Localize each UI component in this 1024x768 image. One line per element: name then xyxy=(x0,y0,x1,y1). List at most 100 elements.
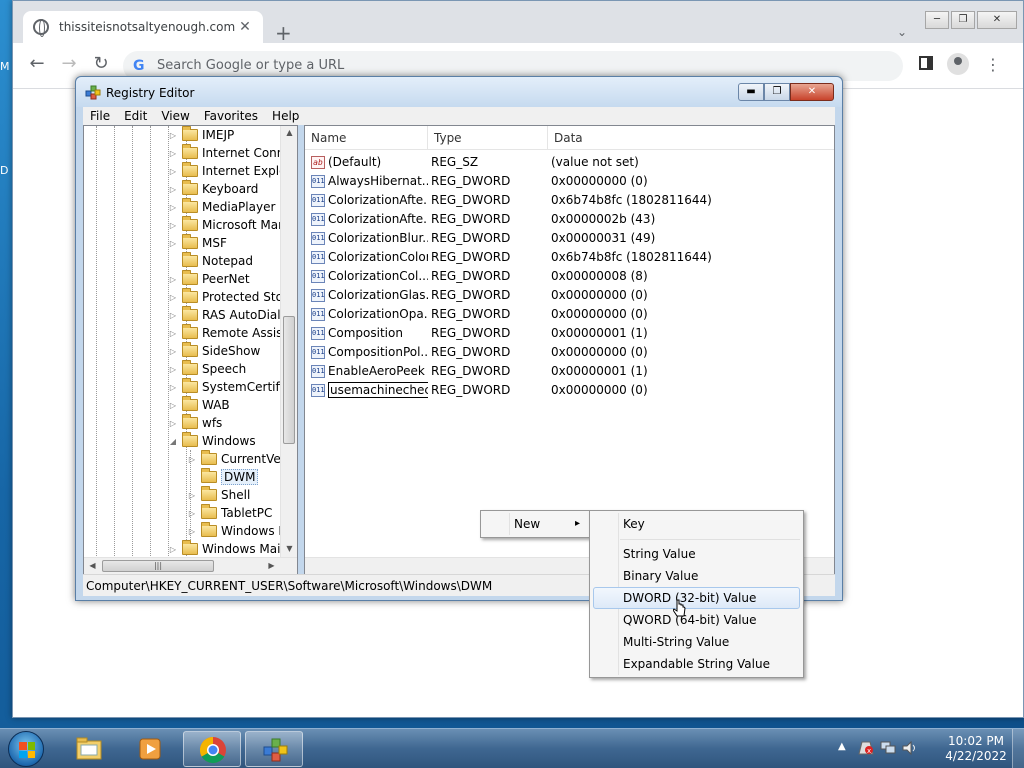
expand-toggle-icon[interactable]: ▷ xyxy=(168,365,178,374)
tree-item[interactable]: ▷ MediaPlayer xyxy=(168,198,275,216)
expand-toggle-icon[interactable]: ▷ xyxy=(168,383,178,392)
tree-item[interactable]: ▷ Keyboard xyxy=(168,180,258,198)
profile-icon[interactable] xyxy=(947,53,969,75)
scroll-right-icon[interactable]: ▶ xyxy=(263,561,280,570)
menu-favorites[interactable]: Favorites xyxy=(197,109,265,123)
expand-toggle-icon[interactable]: ▷ xyxy=(168,149,178,158)
tree-item[interactable]: ▷ Internet Conne xyxy=(168,144,292,162)
expand-toggle-icon[interactable]: ▷ xyxy=(168,167,178,176)
expand-toggle-icon[interactable]: ▷ xyxy=(168,203,178,212)
column-name[interactable]: Name xyxy=(305,126,428,150)
key-tree[interactable]: ▷ IMEJP ▷ Internet Conne ▷ Internet Explor ▷ Ke… xyxy=(83,125,298,575)
tree-item[interactable]: ▷ PeerNet xyxy=(168,270,250,288)
tree-item[interactable]: ▷ SystemCertific xyxy=(168,378,290,396)
expand-toggle-icon[interactable]: ▷ xyxy=(168,275,178,284)
scroll-left-icon[interactable]: ◀ xyxy=(84,561,101,570)
taskbar-media-player[interactable] xyxy=(121,731,179,767)
expand-toggle-icon[interactable]: ▷ xyxy=(168,545,178,554)
menu-view[interactable]: View xyxy=(154,109,196,123)
tree-item[interactable]: ▷ Microsoft Mar xyxy=(168,216,283,234)
menu-item-dword-value[interactable]: DWORD (32-bit) Value xyxy=(593,587,800,609)
expand-toggle-icon[interactable]: ▷ xyxy=(168,329,178,338)
horizontal-scrollbar[interactable]: ◀ ||| ▶ xyxy=(84,557,297,574)
expand-toggle-icon[interactable]: ▷ xyxy=(168,185,178,194)
expand-toggle-icon[interactable]: ▷ xyxy=(168,347,178,356)
start-button[interactable] xyxy=(8,731,44,767)
clock[interactable]: 10:02 PM 4/22/2022 xyxy=(944,734,1008,764)
menu-item-qword-value[interactable]: QWORD (64-bit) Value xyxy=(593,609,800,631)
restore-button[interactable]: ❐ xyxy=(951,11,975,29)
tree-item[interactable]: ◢ Windows xyxy=(168,432,256,450)
tree-item[interactable]: ▷ Windows E xyxy=(187,522,286,540)
value-row[interactable]: 011 ColorizationColor REG_DWORD 0x6b74b8fc … xyxy=(305,248,834,267)
value-row[interactable]: 011 ColorizationGlas... REG_DWORD 0x0000000… xyxy=(305,286,834,305)
tree-item[interactable]: ▷ SideShow xyxy=(168,342,260,360)
tree-item[interactable]: ▷ wfs xyxy=(168,414,222,432)
expand-toggle-icon[interactable]: ▷ xyxy=(187,527,197,536)
value-row[interactable]: ab (Default) REG_SZ (value not set) xyxy=(305,153,834,172)
menu-file[interactable]: File xyxy=(83,109,117,123)
values-list[interactable]: Name Type Data ab (Default) REG_SZ (value n… xyxy=(304,125,835,575)
menu-item-key[interactable]: Key xyxy=(593,513,800,535)
expand-toggle-icon[interactable]: ◢ xyxy=(168,437,178,446)
tree-item[interactable]: ▷ CurrentVer xyxy=(187,450,286,468)
expand-toggle-icon[interactable]: ▷ xyxy=(168,401,178,410)
new-tab-button[interactable]: + xyxy=(275,23,292,43)
reload-icon[interactable]: ↻ xyxy=(89,53,113,74)
title-bar[interactable]: Registry Editor ▬ ❐ ✕ xyxy=(76,77,842,107)
vertical-scrollbar[interactable]: ▲ ▼ xyxy=(280,126,297,558)
expand-toggle-icon[interactable]: ▷ xyxy=(168,293,178,302)
tree-item[interactable]: ▷ Windows Mail xyxy=(168,540,284,558)
value-row[interactable]: 011 Composition REG_DWORD 0x00000001 (1) xyxy=(305,324,834,343)
value-row[interactable]: 011 ColorizationAfte... REG_DWORD 0x6b74b8f… xyxy=(305,191,834,210)
volume-icon[interactable] xyxy=(902,741,918,755)
expand-toggle-icon[interactable]: ▷ xyxy=(168,131,178,140)
tree-item[interactable]: ▷ TabletPC xyxy=(187,504,272,522)
menu-item-expandable-string-value[interactable]: Expandable String Value xyxy=(593,653,800,675)
chrome-menu-icon[interactable]: ⋮ xyxy=(985,55,1001,74)
tree-item[interactable]: ▷ IMEJP xyxy=(168,126,234,144)
minimize-button[interactable]: ─ xyxy=(925,11,949,29)
menu-item-binary-value[interactable]: Binary Value xyxy=(593,565,800,587)
scroll-down-icon[interactable]: ▼ xyxy=(281,544,297,553)
show-hidden-icons-icon[interactable]: ▲ xyxy=(838,741,846,752)
side-panel-icon[interactable] xyxy=(919,56,933,70)
taskbar-regedit[interactable] xyxy=(245,731,303,767)
tree-item[interactable]: ▷ MSF xyxy=(168,234,227,252)
network-icon[interactable] xyxy=(880,741,896,755)
column-type[interactable]: Type xyxy=(428,126,548,150)
tree-item[interactable]: Notepad xyxy=(168,252,253,270)
menu-edit[interactable]: Edit xyxy=(117,109,154,123)
expand-toggle-icon[interactable]: ▷ xyxy=(168,221,178,230)
taskbar-chrome[interactable] xyxy=(183,731,241,767)
tree-item[interactable]: ▷ Shell xyxy=(187,486,250,504)
maximize-button[interactable]: ❐ xyxy=(764,83,790,101)
value-row[interactable]: 011 ColorizationAfte... REG_DWORD 0x0000002… xyxy=(305,210,834,229)
minimize-button[interactable]: ▬ xyxy=(738,83,764,101)
tree-item[interactable]: ▷ Speech xyxy=(168,360,246,378)
back-icon[interactable]: ← xyxy=(25,53,49,74)
close-button[interactable]: ✕ xyxy=(790,83,834,101)
rename-input[interactable]: usemachinecheck xyxy=(328,382,428,398)
value-row[interactable]: 011 ColorizationBlur... REG_DWORD 0x0000003… xyxy=(305,229,834,248)
tree-item[interactable]: ▷ WAB xyxy=(168,396,230,414)
tab-search-icon[interactable]: ⌄ xyxy=(897,25,907,39)
menu-item-multi-string-value[interactable]: Multi-String Value xyxy=(593,631,800,653)
expand-toggle-icon[interactable]: ▷ xyxy=(168,311,178,320)
scroll-thumb[interactable] xyxy=(283,316,295,444)
column-data[interactable]: Data xyxy=(548,126,834,150)
tree-item[interactable]: ▷ Remote Assista xyxy=(168,324,294,342)
forward-icon[interactable]: → xyxy=(57,53,81,74)
expand-toggle-icon[interactable]: ▷ xyxy=(187,509,197,518)
value-row[interactable]: 011 ColorizationOpa... REG_DWORD 0x00000000… xyxy=(305,305,834,324)
value-row[interactable]: 011 usemachinecheck REG_DWORD 0x00000000 (0… xyxy=(305,381,834,400)
tab-close-icon[interactable]: ✕ xyxy=(237,19,253,35)
value-row[interactable]: 011 ColorizationCol... REG_DWORD 0x00000008… xyxy=(305,267,834,286)
tree-item[interactable]: ▷ RAS AutoDial xyxy=(168,306,281,324)
menu-item-string-value[interactable]: String Value xyxy=(593,543,800,565)
browser-tab[interactable]: thissiteisnotsaltyenough.com ✕ xyxy=(23,11,263,43)
menu-help[interactable]: Help xyxy=(265,109,306,123)
close-button[interactable]: ✕ xyxy=(977,11,1017,29)
expand-toggle-icon[interactable]: ▷ xyxy=(187,491,197,500)
expand-toggle-icon[interactable]: ▷ xyxy=(168,419,178,428)
